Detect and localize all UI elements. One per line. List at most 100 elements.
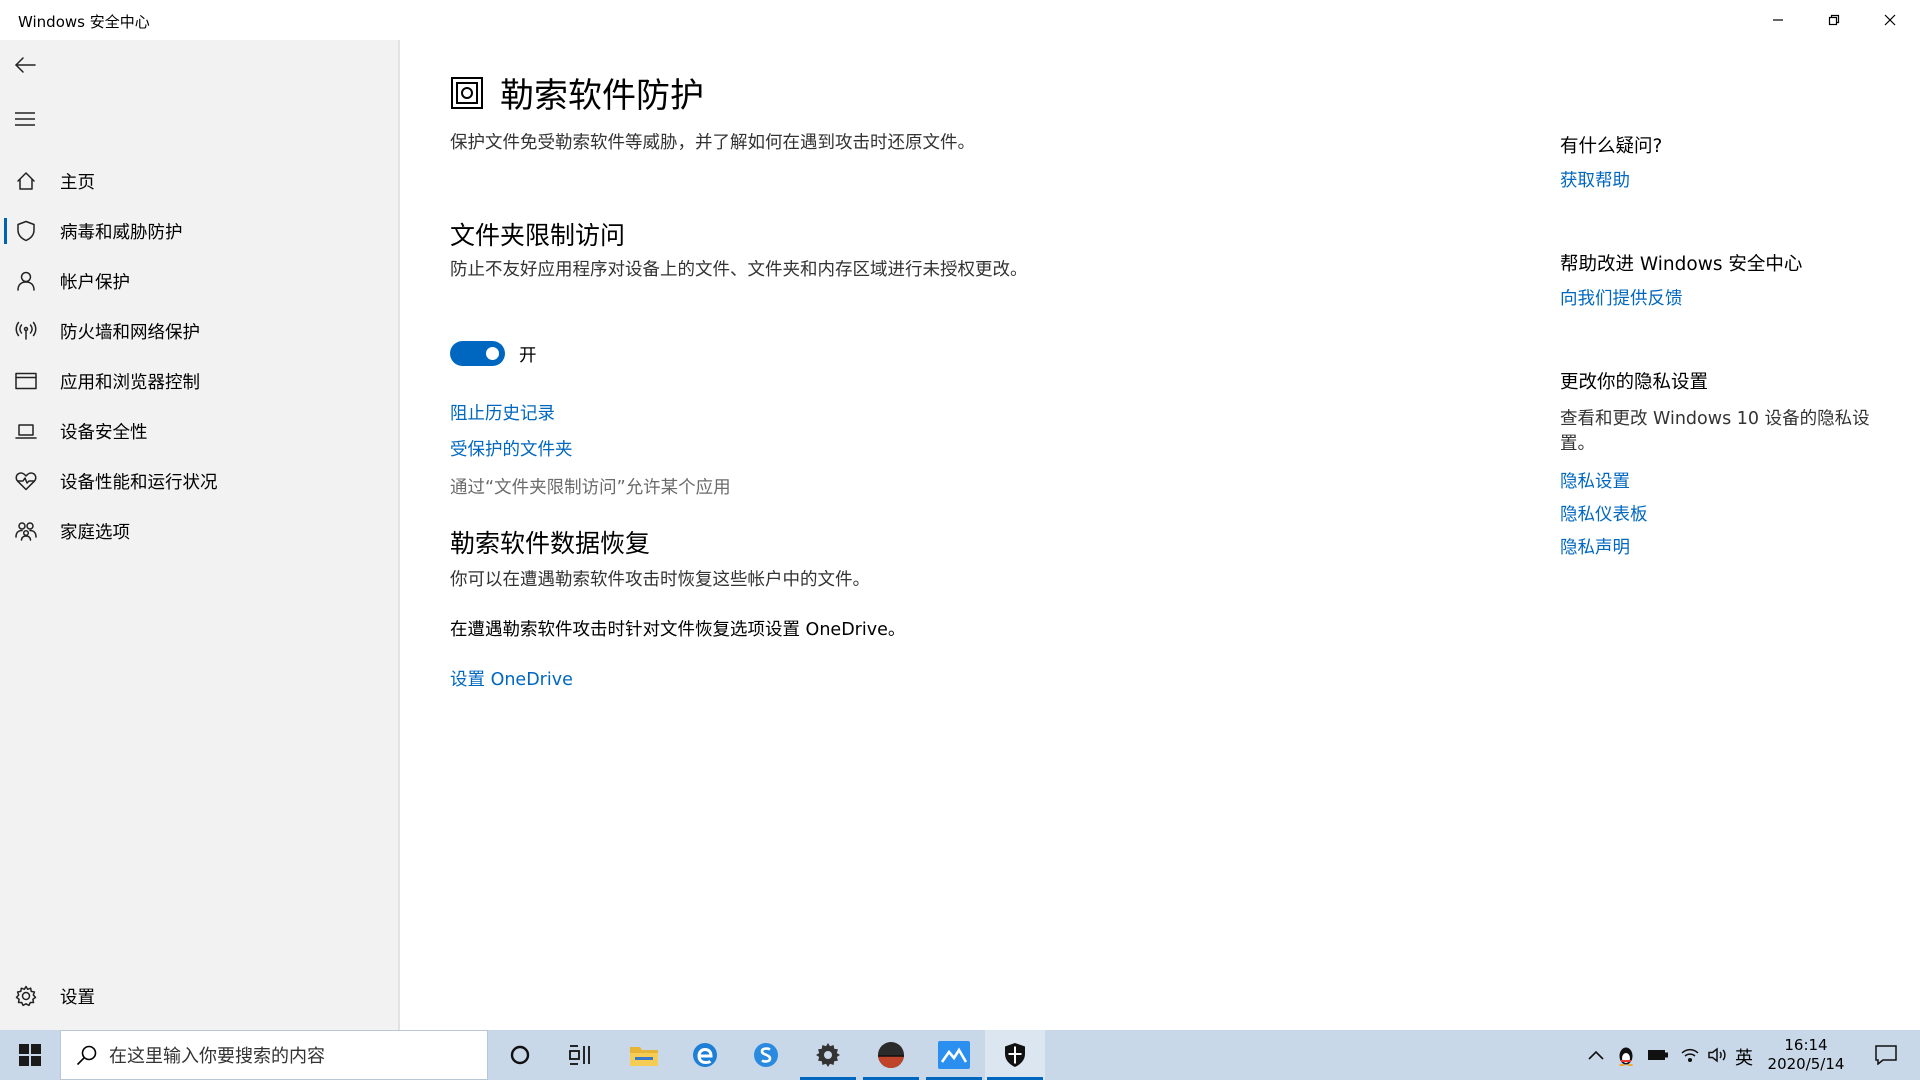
recovery-description: 你可以在遭遇勒索软件攻击时恢复这些帐户中的文件。 <box>450 570 870 590</box>
sidebar-item-firewall[interactable]: 防火墙和网络保护 <box>0 308 398 354</box>
task-view-button[interactable] <box>550 1030 610 1080</box>
chevron-up-icon <box>1588 1050 1604 1060</box>
toggle-knob <box>486 347 499 360</box>
clock-date: 2020/5/14 <box>1767 1055 1845 1073</box>
show-hidden-icons-button[interactable] <box>1582 1030 1610 1080</box>
setup-onedrive-link[interactable]: 设置 OneDrive <box>450 666 573 691</box>
mountain-app-button[interactable] <box>924 1030 984 1080</box>
sidebar-item-settings[interactable]: 设置 <box>0 973 398 1019</box>
sogou-browser-button[interactable] <box>736 1030 796 1080</box>
search-icon <box>76 1045 97 1066</box>
notification-center-button[interactable] <box>1866 1030 1906 1080</box>
windows-logo-icon <box>19 1044 41 1066</box>
protected-folders-link[interactable]: 受保护的文件夹 <box>450 436 573 461</box>
wifi-icon <box>1681 1048 1699 1063</box>
ransomware-protection-icon <box>451 76 483 109</box>
mountain-photo-app-icon <box>938 1041 970 1069</box>
cortana-button[interactable] <box>490 1030 550 1080</box>
windows-security-taskbar-button[interactable] <box>985 1030 1045 1080</box>
task-view-icon <box>569 1045 590 1065</box>
back-button[interactable] <box>8 48 42 82</box>
page-header: 勒索软件防护 <box>450 68 704 117</box>
recovery-title: 勒索软件数据恢复 <box>450 529 651 558</box>
shield-icon <box>14 219 38 243</box>
sidebar-item-label: 防火墙和网络保护 <box>60 322 200 343</box>
network-button[interactable] <box>1676 1030 1704 1080</box>
sidebar-item-label: 帐户保护 <box>60 272 130 293</box>
sidebar-item-label: 主页 <box>60 172 95 193</box>
privacy-dashboard-link[interactable]: 隐私仪表板 <box>1560 501 1648 526</box>
sidebar-item-label: 病毒和威胁防护 <box>60 222 183 243</box>
page-title: 勒索软件防护 <box>500 76 704 116</box>
file-explorer-button[interactable] <box>614 1030 674 1080</box>
gear-icon <box>816 1043 840 1067</box>
edge-browser-icon <box>693 1043 717 1067</box>
privacy-settings-link[interactable]: 隐私设置 <box>1560 468 1630 493</box>
folder-access-title: 文件夹限制访问 <box>450 221 626 250</box>
folder-icon <box>630 1047 658 1066</box>
input-method-indicator[interactable]: 英 <box>1735 1044 1753 1070</box>
notification-icon <box>1875 1045 1897 1065</box>
app-orb-button[interactable] <box>861 1030 921 1080</box>
start-button[interactable] <box>0 1030 60 1080</box>
browser-window-icon <box>14 369 38 393</box>
title-bar: Windows 安全中心 <box>0 0 1920 40</box>
search-placeholder: 在这里输入你要搜索的内容 <box>109 1046 325 1067</box>
sogou-s-icon <box>754 1043 778 1067</box>
improve-heading: 帮助改进 Windows 安全中心 <box>1560 254 1803 275</box>
sidebar-item-app-browser-control[interactable]: 应用和浏览器控制 <box>0 358 398 404</box>
battery-button[interactable] <box>1644 1030 1672 1080</box>
menu-button[interactable] <box>8 102 42 136</box>
toggle-state-label: 开 <box>519 346 537 366</box>
speaker-icon <box>1708 1047 1726 1063</box>
person-icon <box>14 269 38 293</box>
cortana-circle-icon <box>510 1045 530 1065</box>
taskbar: 在这里输入你要搜索的内容 英 16:14 2020/5/14 <box>0 1030 1920 1080</box>
taskbar-search-box[interactable]: 在这里输入你要搜索的内容 <box>60 1030 488 1080</box>
window-title: Windows 安全中心 <box>18 13 150 31</box>
sidebar-item-home[interactable]: 主页 <box>0 158 398 204</box>
back-arrow-icon <box>15 57 36 73</box>
volume-button[interactable] <box>1704 1030 1732 1080</box>
sidebar: 主页 病毒和威胁防护 帐户保护 防火墙和网络保护 应用和浏览器控制 设备安全性 <box>0 40 400 1030</box>
sidebar-item-label: 设备性能和运行状况 <box>60 472 218 493</box>
laptop-icon <box>14 419 38 443</box>
edge-browser-button[interactable] <box>675 1030 735 1080</box>
page-description: 保护文件免受勒索软件等威胁，并了解如何在遇到攻击时还原文件。 <box>450 133 975 153</box>
onedrive-setup-text: 在遭遇勒索软件攻击时针对文件恢复选项设置 OneDrive。 <box>450 620 906 640</box>
family-icon <box>14 519 38 543</box>
sidebar-item-virus-protection[interactable]: 病毒和威胁防护 <box>0 208 398 254</box>
feedback-link[interactable]: 向我们提供反馈 <box>1560 285 1683 310</box>
privacy-heading: 更改你的隐私设置 <box>1560 372 1709 393</box>
qq-tray-button[interactable] <box>1612 1030 1640 1080</box>
sidebar-item-family-options[interactable]: 家庭选项 <box>0 508 398 554</box>
sidebar-item-device-performance[interactable]: 设备性能和运行状况 <box>0 458 398 504</box>
dark-orb-app-icon <box>878 1042 904 1068</box>
gear-icon <box>14 984 38 1008</box>
allow-app-link-disabled: 通过“文件夹限制访问”允许某个应用 <box>450 478 731 498</box>
restore-button[interactable] <box>1806 0 1862 40</box>
help-heading: 有什么疑问? <box>1560 136 1663 157</box>
shield-icon <box>1005 1043 1025 1067</box>
sidebar-item-account-protection[interactable]: 帐户保护 <box>0 258 398 304</box>
block-history-link[interactable]: 阻止历史记录 <box>450 400 555 425</box>
settings-app-button[interactable] <box>798 1030 858 1080</box>
clock-time: 16:14 <box>1784 1036 1828 1054</box>
heart-icon <box>14 469 38 493</box>
restore-icon <box>1828 14 1840 26</box>
battery-icon <box>1648 1050 1668 1060</box>
sidebar-item-label: 设备安全性 <box>60 422 148 443</box>
privacy-statement-link[interactable]: 隐私声明 <box>1560 534 1630 559</box>
minimize-button[interactable] <box>1750 0 1806 40</box>
minimize-icon <box>1773 19 1783 21</box>
get-help-link[interactable]: 获取帮助 <box>1560 167 1630 192</box>
penguin-icon <box>1619 1047 1633 1066</box>
privacy-description: 查看和更改 Windows 10 设备的隐私设置。 <box>1560 409 1870 455</box>
taskbar-clock[interactable]: 16:14 2020/5/14 <box>1764 1036 1848 1074</box>
close-button[interactable] <box>1862 0 1918 40</box>
settings-label: 设置 <box>60 987 95 1008</box>
sidebar-item-device-security[interactable]: 设备安全性 <box>0 408 398 454</box>
close-icon <box>1884 14 1896 26</box>
home-icon <box>14 169 38 193</box>
folder-access-toggle[interactable] <box>450 341 505 366</box>
